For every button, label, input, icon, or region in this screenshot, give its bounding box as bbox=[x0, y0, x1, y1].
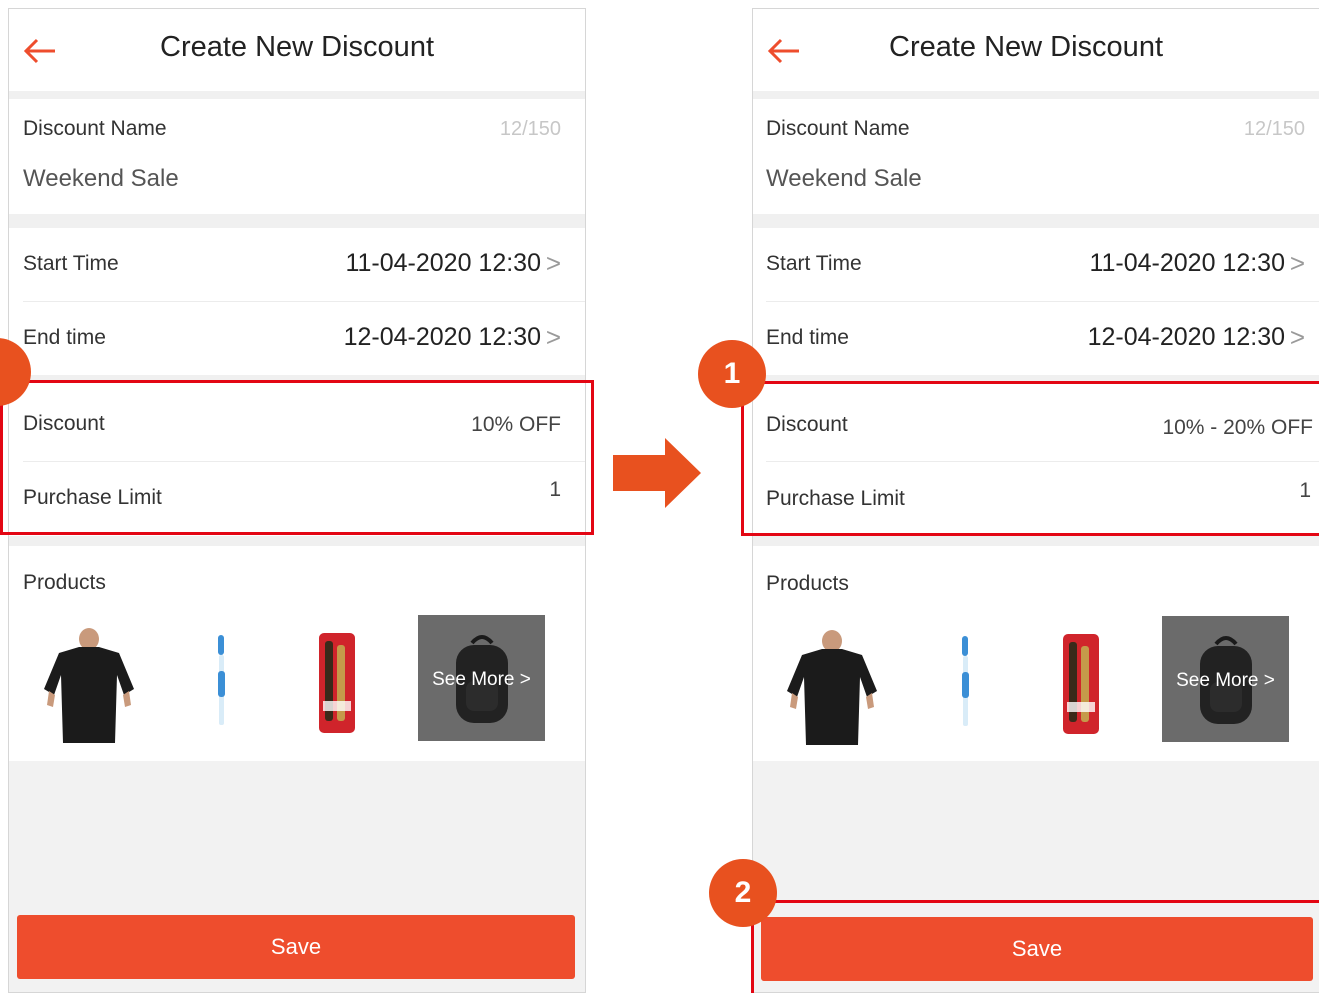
toothbrush-product-image[interactable] bbox=[951, 632, 981, 732]
see-more-link: See More > bbox=[1162, 670, 1289, 692]
highlight-box-discount-settings bbox=[741, 381, 1319, 536]
see-more-link: See More > bbox=[418, 669, 545, 691]
section-gap bbox=[9, 91, 585, 99]
discount-name-field[interactable]: Weekend Sale bbox=[23, 165, 179, 193]
toothbrush-pack-product-image[interactable] bbox=[315, 631, 359, 735]
start-time-label: Start Time bbox=[766, 252, 862, 275]
character-counter: 12/150 bbox=[499, 118, 561, 140]
chevron-right-icon: > bbox=[1263, 670, 1275, 691]
end-time-row[interactable]: End time 12-04-2020 12:30 > bbox=[753, 302, 1319, 374]
start-time-value: 11-04-2020 12:30 bbox=[1089, 249, 1285, 277]
highlight-box-discount-settings bbox=[0, 380, 594, 535]
arrow-right-icon bbox=[613, 438, 701, 508]
character-counter: 12/150 bbox=[1243, 118, 1305, 140]
start-time-label: Start Time bbox=[23, 252, 119, 275]
end-time-row[interactable]: End time 12-04-2020 12:30 > bbox=[9, 302, 585, 374]
discount-name-label: Discount Name bbox=[766, 117, 910, 140]
section-gap bbox=[753, 91, 1319, 99]
start-time-row[interactable]: Start Time 11-04-2020 12:30 > bbox=[9, 229, 585, 301]
save-button[interactable]: Save bbox=[17, 915, 575, 979]
end-time-value: 12-04-2020 12:30 bbox=[1087, 323, 1285, 351]
callout-badge-1: 1 bbox=[698, 340, 766, 408]
see-more-label: See More bbox=[432, 669, 515, 690]
section-gap bbox=[753, 214, 1319, 228]
toothbrush-pack-product-image[interactable] bbox=[1059, 632, 1103, 736]
callout-badge-2: 2 bbox=[709, 859, 777, 927]
chevron-right-icon: > bbox=[545, 248, 561, 278]
toothbrush-product-image[interactable] bbox=[207, 631, 237, 731]
discount-name-label: Discount Name bbox=[23, 117, 167, 140]
section-gap bbox=[9, 536, 585, 546]
end-time-label: End time bbox=[23, 326, 106, 349]
page-title: Create New Discount bbox=[889, 31, 1163, 63]
chevron-right-icon: > bbox=[545, 322, 561, 352]
top-bar: Create New Discount bbox=[9, 9, 585, 91]
products-label: Products bbox=[766, 572, 849, 595]
chevron-right-icon: > bbox=[519, 669, 531, 690]
products-label: Products bbox=[23, 571, 106, 594]
see-more-products[interactable]: See More > bbox=[418, 615, 545, 741]
end-time-label: End time bbox=[766, 326, 849, 349]
end-time-value: 12-04-2020 12:30 bbox=[343, 323, 541, 351]
tshirt-product-image[interactable] bbox=[39, 627, 139, 745]
see-more-products[interactable]: See More > bbox=[1162, 616, 1289, 742]
top-bar: Create New Discount bbox=[753, 9, 1319, 91]
section-gap bbox=[9, 214, 585, 228]
chevron-right-icon: > bbox=[1289, 322, 1305, 352]
start-time-row[interactable]: Start Time 11-04-2020 12:30 > bbox=[753, 229, 1319, 301]
start-time-value: 11-04-2020 12:30 bbox=[345, 249, 541, 277]
see-more-label: See More bbox=[1176, 670, 1259, 691]
section-gap bbox=[753, 536, 1319, 546]
highlight-box-save bbox=[751, 900, 1319, 993]
discount-name-field[interactable]: Weekend Sale bbox=[766, 165, 922, 193]
chevron-right-icon: > bbox=[1289, 248, 1305, 278]
tshirt-product-image[interactable] bbox=[782, 629, 882, 747]
page-title: Create New Discount bbox=[160, 31, 434, 63]
